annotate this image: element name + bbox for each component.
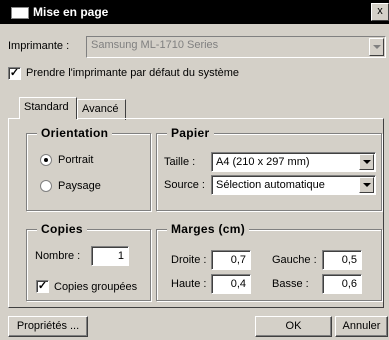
copies-groupees-checkbox[interactable]: ✓ xyxy=(36,280,49,293)
default-printer-checkbox[interactable]: ✓ xyxy=(8,67,21,80)
chevron-down-icon xyxy=(373,45,381,49)
gauche-input[interactable]: 0,5 xyxy=(322,250,362,270)
window-title: Mise en page xyxy=(33,5,109,19)
taille-value: A4 (210 x 297 mm) xyxy=(216,156,310,168)
taille-select[interactable]: A4 (210 x 297 mm) xyxy=(211,152,376,172)
printer-label: Imprimante : xyxy=(8,40,70,52)
close-button[interactable]: x xyxy=(371,3,389,21)
basse-input[interactable]: 0,6 xyxy=(322,274,362,294)
ok-button[interactable]: OK xyxy=(255,316,332,337)
papier-group: Papier xyxy=(156,126,382,211)
chevron-down-icon xyxy=(363,160,371,164)
printer-dropdown-button[interactable] xyxy=(369,38,384,56)
haute-input[interactable]: 0,4 xyxy=(211,274,251,294)
copies-groupees-label: Copies groupées xyxy=(54,281,138,293)
gauche-label: Gauche : xyxy=(272,254,317,266)
taille-dropdown-button[interactable] xyxy=(359,154,374,170)
papier-title: Papier xyxy=(167,126,214,140)
annuler-button[interactable]: Annuler xyxy=(335,316,388,337)
default-printer-label: Prendre l'imprimante par défaut du systè… xyxy=(26,67,240,79)
title-bar: Mise en page x xyxy=(0,0,389,24)
portrait-radio[interactable] xyxy=(40,154,52,166)
haute-label: Haute : xyxy=(171,278,207,290)
source-dropdown-button[interactable] xyxy=(359,177,374,193)
droite-label: Droite : xyxy=(171,254,207,266)
printer-select[interactable]: Samsung ML-1710 Series xyxy=(86,36,386,58)
source-label: Source : xyxy=(164,179,205,191)
source-value: Sélection automatique xyxy=(216,179,325,191)
tab-standard[interactable]: Standard xyxy=(19,97,77,119)
printer-value: Samsung ML-1710 Series xyxy=(91,39,219,51)
basse-label: Basse : xyxy=(272,278,309,290)
marges-title: Marges (cm) xyxy=(167,222,249,236)
tab-avance[interactable]: Avancé xyxy=(77,99,126,120)
paysage-radio[interactable] xyxy=(40,180,52,192)
droite-input[interactable]: 0,7 xyxy=(211,250,251,270)
taille-label: Taille : xyxy=(164,156,196,168)
nombre-input[interactable]: 1 xyxy=(91,246,129,266)
source-select[interactable]: Sélection automatique xyxy=(211,175,376,195)
portrait-label: Portrait xyxy=(58,154,94,166)
orientation-title: Orientation xyxy=(37,126,113,140)
copies-title: Copies xyxy=(37,222,87,236)
radio-selected-dot xyxy=(44,158,48,162)
orientation-group: Orientation xyxy=(26,126,151,211)
window-icon xyxy=(11,7,29,19)
paysage-label: Paysage xyxy=(58,180,101,192)
nombre-label: Nombre : xyxy=(35,250,81,262)
chevron-down-icon xyxy=(363,183,371,187)
proprietes-button[interactable]: Propriétés ... xyxy=(8,316,88,337)
